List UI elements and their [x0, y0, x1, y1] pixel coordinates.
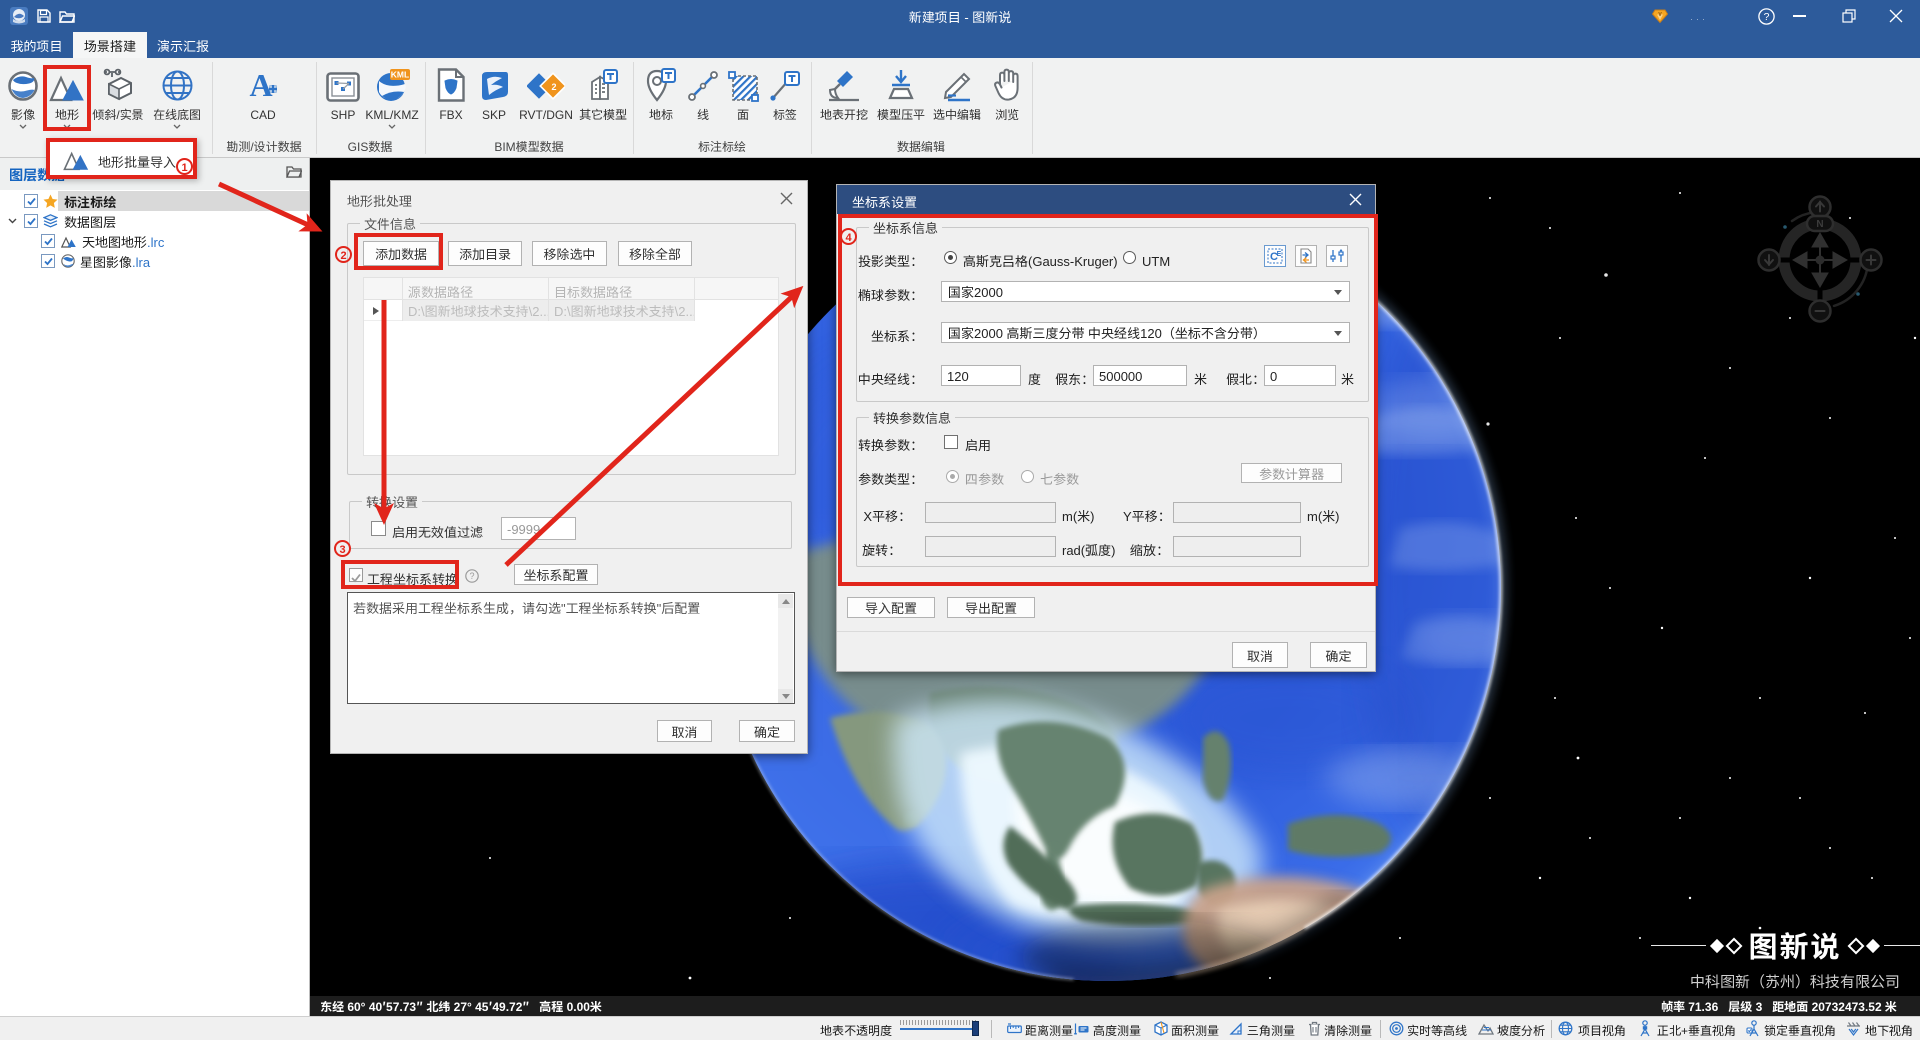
svg-text:KML: KML [391, 69, 409, 81]
svg-text:A: A [249, 68, 272, 102]
svg-text:N: N [1816, 219, 1823, 230]
svg-text:?: ? [1764, 11, 1770, 23]
svg-text:2: 2 [551, 80, 556, 93]
svg-text:?: ? [469, 571, 474, 581]
